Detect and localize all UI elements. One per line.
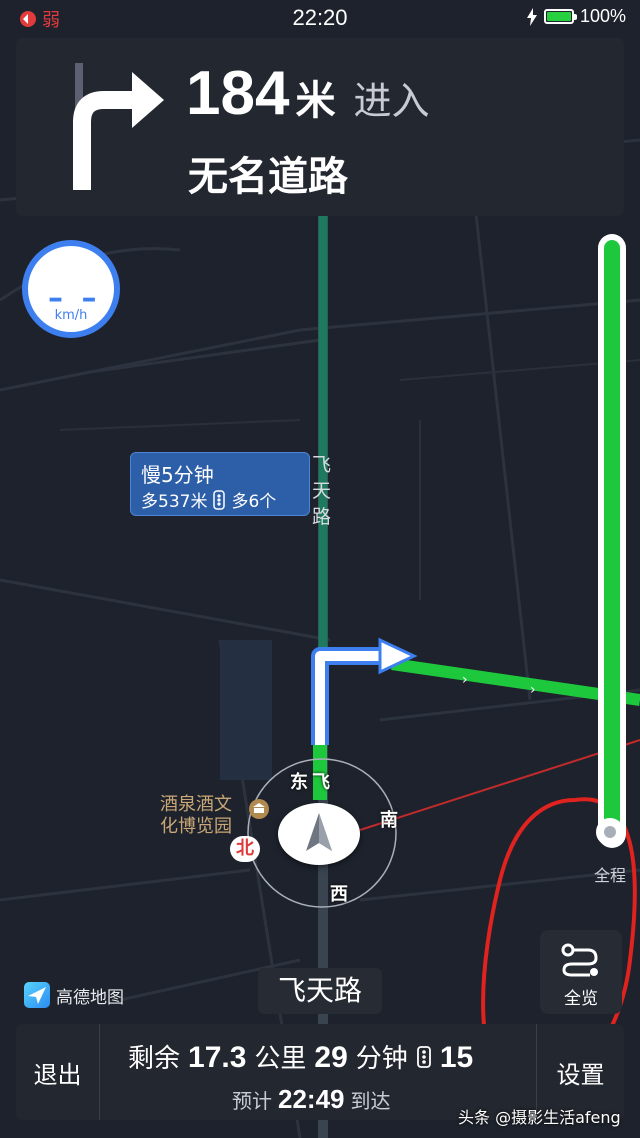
alt-route-detail: 多537米 多6个: [141, 487, 276, 512]
svg-text:›: ›: [530, 682, 536, 698]
distance-unit: 米: [295, 79, 336, 123]
alt-route-distance: 多537米: [141, 492, 208, 512]
vehicle-position[interactable]: [278, 803, 360, 865]
progress-label: 全程: [594, 866, 627, 885]
remain-distance: 17.3: [188, 1041, 247, 1074]
poi-label[interactable]: 酒泉酒文 化博览园: [160, 794, 232, 838]
compass-south: 南: [380, 810, 398, 831]
road-label-vertical: 飞天路: [312, 454, 332, 528]
exit-button[interactable]: 退出: [16, 1024, 100, 1120]
poi-label-line2: 化博览园: [160, 816, 232, 837]
alt-route-time: 慢5分钟: [141, 463, 214, 487]
compass-west: 西: [330, 884, 348, 905]
remain-prefix: 剩余: [128, 1044, 181, 1074]
battery-indicator: 100%: [526, 6, 626, 27]
compass-north: 北: [230, 836, 260, 862]
traffic-light-icon: [213, 489, 226, 510]
overview-label: 全览: [564, 989, 598, 1009]
traffic-light-icon: [416, 1045, 431, 1068]
distance-value: 184: [186, 59, 290, 128]
status-bar: 弱 22:20 100%: [0, 0, 640, 36]
eta-time: 22:49: [278, 1084, 345, 1114]
eta-prefix: 预计: [232, 1089, 272, 1113]
amap-logo: 高德地图: [24, 982, 124, 1008]
charging-icon: [526, 7, 537, 26]
alt-route-lights: 多6个: [231, 492, 277, 512]
traffic-light-count: 15: [439, 1041, 474, 1074]
progress-end-marker: [596, 818, 624, 846]
watermark: 头条 @摄影生活afeng: [458, 1108, 621, 1127]
maneuver-distance: 184 米 进入: [186, 58, 429, 129]
poi-label-line1: 酒泉酒文: [160, 794, 232, 815]
route-progress-bar: [598, 234, 626, 848]
road-chunk-label: 飞: [312, 772, 330, 793]
alternate-route-bubble[interactable]: 慢5分钟 多537米 多6个: [130, 452, 310, 516]
turn-right-icon: [73, 63, 164, 190]
route-overview-icon: [561, 943, 598, 977]
amap-logo-text: 高德地图: [56, 987, 124, 1008]
svg-text:›: ›: [462, 672, 468, 688]
remain-time: 29: [314, 1041, 348, 1074]
amap-logo-icon: [24, 982, 50, 1008]
speed-unit: km/h: [54, 308, 88, 323]
map-block: [220, 640, 272, 780]
eta: 预计 22:49 到达: [232, 1084, 391, 1115]
battery-percent: 100%: [579, 6, 626, 26]
navigation-screen: › › 弱 22:20 100% 184 米 进入 无名道路 – – km/h …: [0, 0, 640, 1138]
speedometer: – – km/h: [22, 240, 120, 338]
overview-button[interactable]: 全览: [540, 930, 622, 1014]
maneuver-action: 进入: [353, 81, 430, 123]
remaining-summary: 剩余 17.3 公里 29 分钟 15: [128, 1038, 473, 1075]
compass-east: 东: [290, 772, 308, 793]
current-road: 飞天路: [258, 968, 382, 1014]
eta-suffix: 到达: [350, 1089, 391, 1113]
navigation-arrow-icon: [306, 813, 332, 851]
museum-icon[interactable]: [248, 798, 270, 820]
next-road-name: 无名道路: [188, 154, 348, 200]
remain-distance-unit: 公里: [254, 1044, 307, 1074]
battery-icon: [543, 9, 577, 24]
remain-time-unit: 分钟: [355, 1044, 408, 1074]
